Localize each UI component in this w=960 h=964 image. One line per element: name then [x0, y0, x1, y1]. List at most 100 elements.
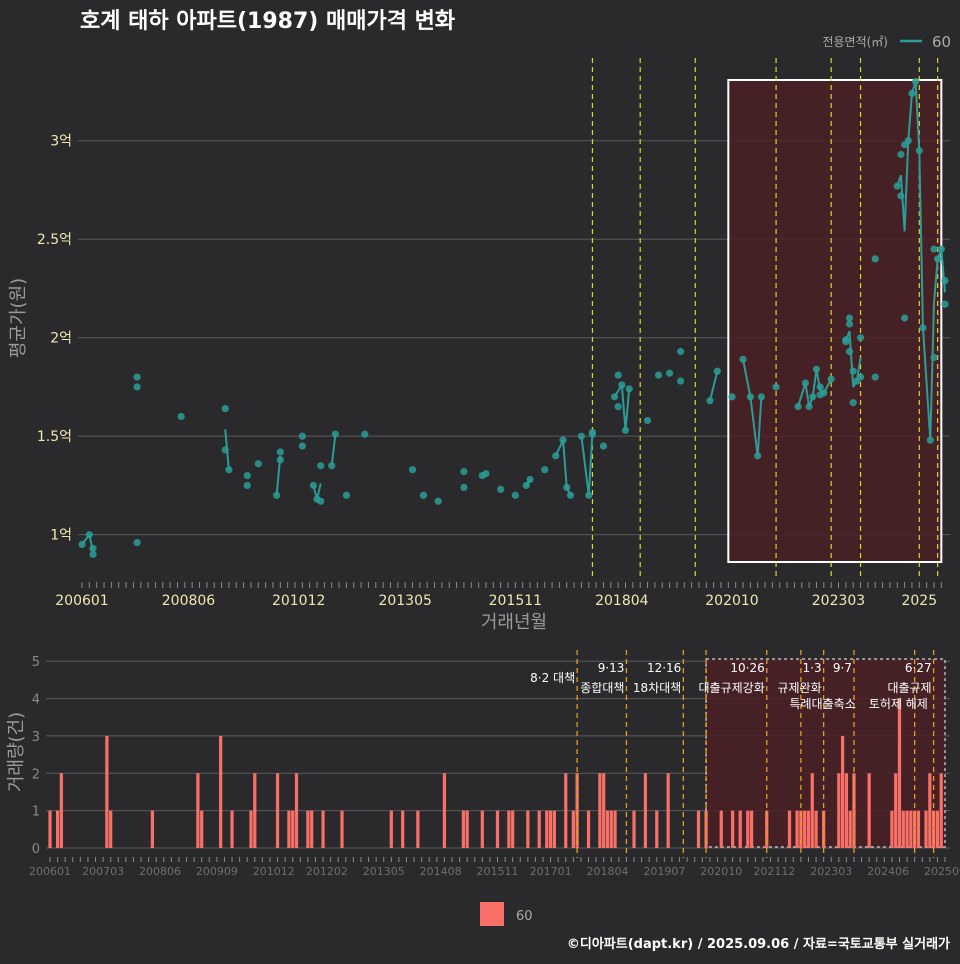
volume-annotation-date-2: 12·16	[647, 661, 681, 675]
price-point-26	[361, 430, 369, 438]
price-point-13	[254, 460, 262, 468]
volume-legend-label: 60	[516, 909, 533, 924]
chart-root: 호계 태하 아파트(1987) 매매가격 변화 1억 1.5억 2억 2.5억 3억 20…	[0, 0, 960, 960]
volume-bar-15	[294, 773, 299, 848]
price-point-93	[904, 137, 912, 145]
price-point-16	[276, 456, 284, 464]
price-point-104	[941, 276, 949, 285]
volume-bar-43	[613, 810, 617, 848]
price-y-tick-1: 1.5억	[37, 429, 72, 445]
volume-annotation-text-3: 대출규제강화	[699, 681, 765, 695]
volume-annotation-text-4: 규제완화	[777, 681, 821, 695]
volume-bar-68	[852, 773, 856, 848]
volume-bar-3	[105, 735, 109, 848]
volume-y-tick-4: 4	[32, 693, 40, 708]
price-x-tick-7: 202303	[812, 593, 865, 609]
volume-bar-1	[55, 810, 60, 848]
volume-x-tick-11: 201907	[643, 865, 685, 878]
volume-bar-2	[59, 773, 63, 848]
price-highlight-region	[727, 79, 943, 563]
price-legend-label: 60	[932, 33, 951, 51]
volume-bar-4	[109, 810, 113, 848]
price-point-80	[845, 347, 854, 356]
price-point-31	[460, 483, 468, 491]
price-point-43	[577, 432, 586, 440]
price-x-tick-8: 2025	[901, 593, 937, 609]
volume-bar-17	[310, 810, 314, 848]
volume-bar-24	[461, 810, 465, 848]
price-point-98	[926, 436, 934, 444]
price-y-tick-2: 2억	[50, 331, 72, 347]
volume-bar-59	[803, 810, 807, 848]
price-point-60	[713, 367, 721, 375]
volume-bar-65	[840, 735, 845, 848]
price-point-51	[618, 381, 626, 389]
volume-bar-67	[848, 810, 852, 848]
price-point-58	[676, 377, 685, 385]
volume-bar-78	[924, 810, 928, 848]
price-point-5	[133, 383, 141, 391]
price-point-1	[85, 531, 93, 539]
volume-x-tick-16: 202509	[924, 865, 960, 878]
volume-y-tick-1: 1	[32, 805, 40, 820]
volume-bar-6	[196, 773, 200, 848]
volume-bar-35	[564, 773, 568, 848]
price-point-14	[273, 491, 281, 499]
volume-x-tick-14: 202303	[810, 865, 852, 878]
volume-bar-79	[928, 773, 932, 848]
price-x-tick-5: 201804	[595, 593, 649, 609]
price-point-48	[610, 393, 619, 401]
volume-bar-7	[200, 810, 204, 848]
volume-annotation-text-6: 특례대출축소	[790, 697, 856, 711]
price-point-77	[842, 338, 850, 346]
price-point-95	[912, 78, 920, 86]
price-point-67	[794, 403, 802, 411]
price-point-62	[739, 355, 747, 363]
volume-bar-25	[465, 810, 469, 848]
price-y-tick-0: 1억	[50, 528, 72, 544]
price-point-97	[919, 324, 927, 332]
volume-y-axis-label: 거래량(건)	[6, 712, 27, 792]
volume-x-tick-10: 201804	[586, 865, 628, 878]
volume-bar-72	[897, 698, 902, 848]
volume-x-tick-12: 202010	[700, 865, 742, 878]
volume-bar-37	[575, 773, 579, 848]
price-y-axis-label: 평균가(원)	[8, 278, 29, 358]
price-point-55	[654, 371, 663, 379]
volume-x-tick-3: 200909	[196, 865, 238, 878]
volume-annotation-date-7: 6·27	[905, 661, 932, 675]
volume-x-tick-8: 201511	[477, 865, 519, 878]
price-point-46	[588, 428, 597, 436]
price-point-96	[915, 146, 923, 155]
volume-bar-71	[894, 773, 898, 848]
price-point-99	[930, 353, 938, 361]
volume-bar-66	[844, 773, 849, 848]
volume-bar-53	[746, 810, 750, 848]
price-point-57	[676, 347, 685, 356]
volume-bar-22	[416, 810, 420, 848]
price-point-19	[309, 481, 317, 490]
volume-bar-27	[495, 810, 500, 848]
price-point-54	[643, 416, 652, 425]
volume-bar-23	[442, 773, 447, 848]
volume-x-tick-15: 202406	[867, 865, 909, 878]
price-point-35	[511, 491, 519, 499]
price-point-61	[728, 393, 736, 401]
volume-bar-18	[321, 810, 325, 848]
price-point-3	[89, 550, 97, 558]
price-point-56	[665, 369, 674, 377]
price-point-6	[133, 538, 141, 547]
price-point-38	[541, 466, 549, 474]
volume-bar-81	[935, 810, 940, 848]
volume-bar-57	[795, 810, 799, 848]
volume-y-tick-2: 2	[32, 767, 40, 782]
volume-x-tick-4: 201012	[253, 865, 295, 878]
volume-annotation-date-3: 10·26	[730, 661, 764, 675]
price-point-33	[482, 470, 490, 478]
price-point-49	[614, 403, 622, 411]
volume-bar-34	[552, 810, 556, 848]
price-point-42	[566, 491, 575, 499]
price-point-30	[460, 468, 468, 476]
price-point-27	[408, 466, 417, 474]
price-y-tick-4: 3억	[50, 134, 72, 150]
